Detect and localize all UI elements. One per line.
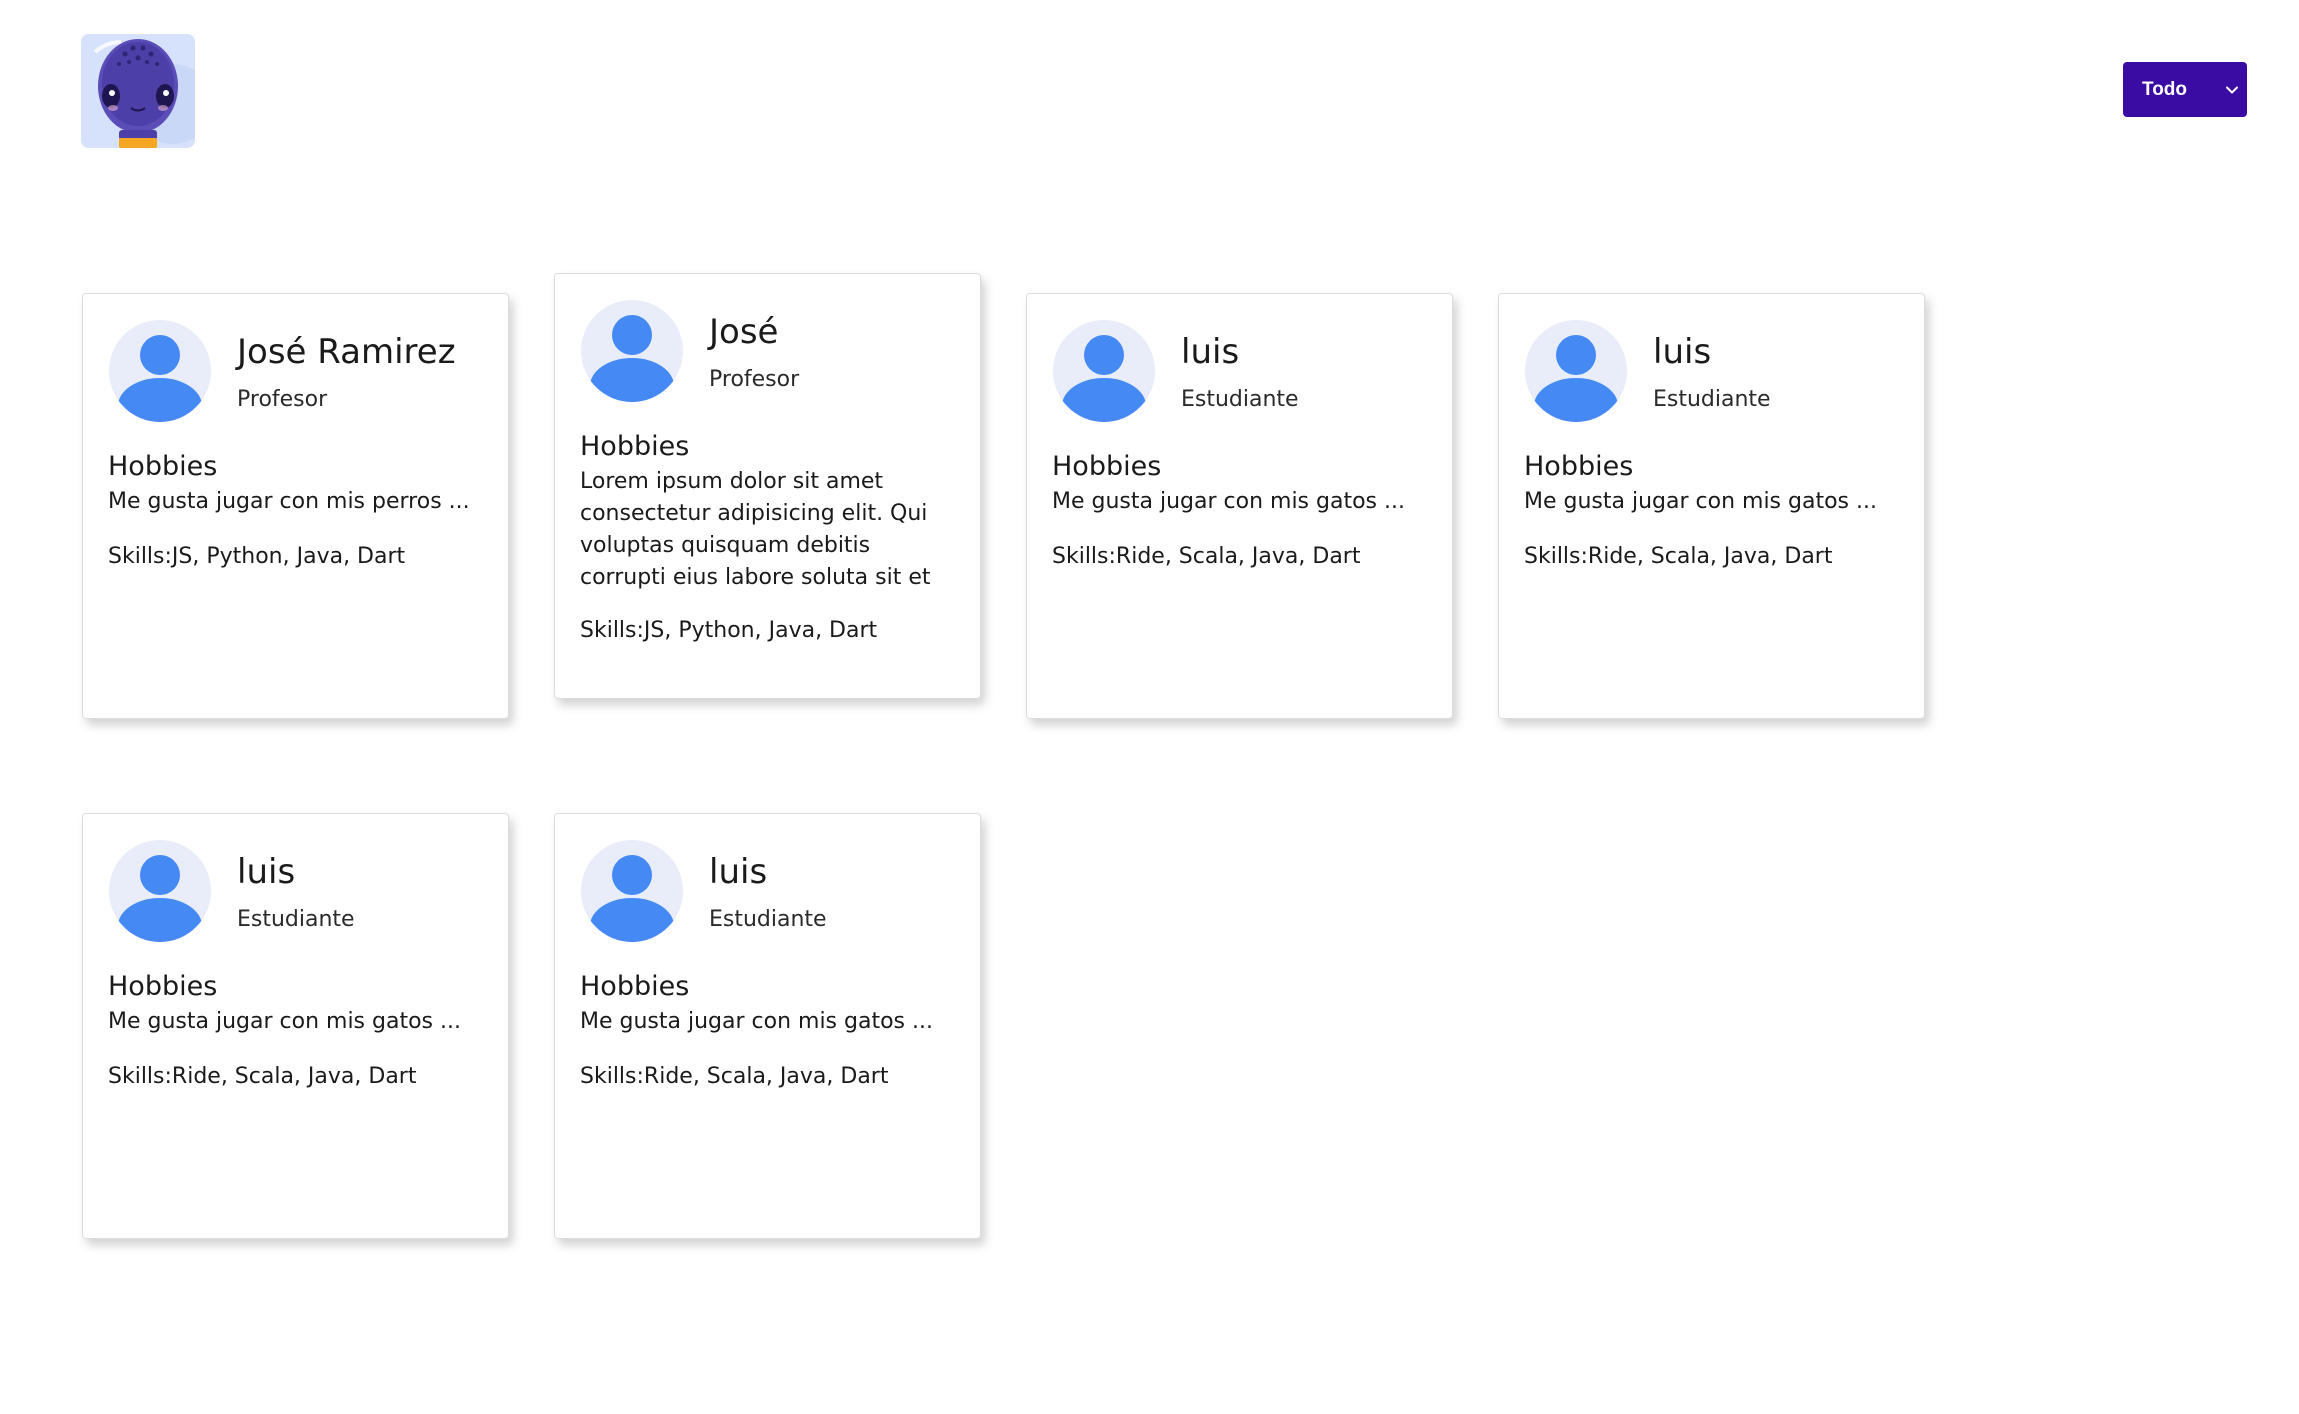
user-avatar-icon bbox=[581, 300, 683, 402]
card-name: luis bbox=[237, 852, 296, 892]
hobbies-heading: Hobbies bbox=[1524, 451, 1634, 482]
card-role: Estudiante bbox=[709, 907, 827, 932]
chevron-down-icon[interactable] bbox=[2217, 62, 2247, 117]
skills-text: Skills:Ride, Scala, Java, Dart bbox=[1524, 544, 1833, 569]
card-name: luis bbox=[1181, 332, 1240, 372]
profile-card[interactable]: José Profesor Hobbies Lorem ipsum dolor … bbox=[554, 273, 981, 699]
card-role: Profesor bbox=[237, 387, 328, 412]
hobbies-heading: Hobbies bbox=[580, 971, 690, 1002]
skills-text: Skills:JS, Python, Java, Dart bbox=[108, 544, 406, 569]
card-role: Profesor bbox=[709, 367, 800, 392]
profile-card[interactable]: José Ramirez Profesor Hobbies Me gusta j… bbox=[82, 293, 509, 719]
filter-select[interactable]: Todo bbox=[2123, 62, 2247, 117]
filter-selected-value: Todo bbox=[2142, 78, 2188, 100]
hobbies-heading: Hobbies bbox=[580, 431, 690, 462]
hobbies-heading: Hobbies bbox=[108, 971, 218, 1002]
card-name: José Ramirez bbox=[237, 332, 456, 372]
skills-text: Skills:Ride, Scala, Java, Dart bbox=[108, 1064, 417, 1089]
card-name: luis bbox=[1653, 332, 1712, 372]
card-name: luis bbox=[709, 852, 768, 892]
profile-card[interactable]: luis Estudiante Hobbies Me gusta jugar c… bbox=[554, 813, 981, 1239]
skills-text: Skills:Ride, Scala, Java, Dart bbox=[1052, 544, 1361, 569]
profile-card[interactable]: luis Estudiante Hobbies Me gusta jugar c… bbox=[1026, 293, 1453, 719]
hobbies-text: Lorem ipsum dolor sit amet consectetur a… bbox=[580, 469, 931, 590]
hobbies-heading: Hobbies bbox=[108, 451, 218, 482]
hobbies-text: Me gusta jugar con mis gatos ... bbox=[580, 1009, 933, 1034]
user-avatar-icon bbox=[581, 840, 683, 942]
skills-text: Skills:JS, Python, Java, Dart bbox=[580, 618, 878, 643]
user-avatar-icon bbox=[109, 840, 211, 942]
hobbies-text: Me gusta jugar con mis perros ... bbox=[108, 489, 470, 514]
profile-card[interactable]: luis Estudiante Hobbies Me gusta jugar c… bbox=[82, 813, 509, 1239]
skills-text: Skills:Ride, Scala, Java, Dart bbox=[580, 1064, 889, 1089]
hobbies-heading: Hobbies bbox=[1052, 451, 1162, 482]
hobbies-text: Me gusta jugar con mis gatos ... bbox=[1052, 489, 1405, 514]
card-role: Estudiante bbox=[1653, 387, 1771, 412]
card-role: Estudiante bbox=[237, 907, 355, 932]
card-name: José bbox=[709, 312, 779, 352]
hobbies-text: Me gusta jugar con mis gatos ... bbox=[1524, 489, 1877, 514]
user-avatar-icon bbox=[1525, 320, 1627, 422]
hobbies-text: Me gusta jugar con mis gatos ... bbox=[108, 1009, 461, 1034]
alien-avatar-icon[interactable] bbox=[81, 34, 195, 148]
profile-card[interactable]: luis Estudiante Hobbies Me gusta jugar c… bbox=[1498, 293, 1925, 719]
user-avatar-icon bbox=[109, 320, 211, 422]
card-role: Estudiante bbox=[1181, 387, 1299, 412]
user-avatar-icon bbox=[1053, 320, 1155, 422]
